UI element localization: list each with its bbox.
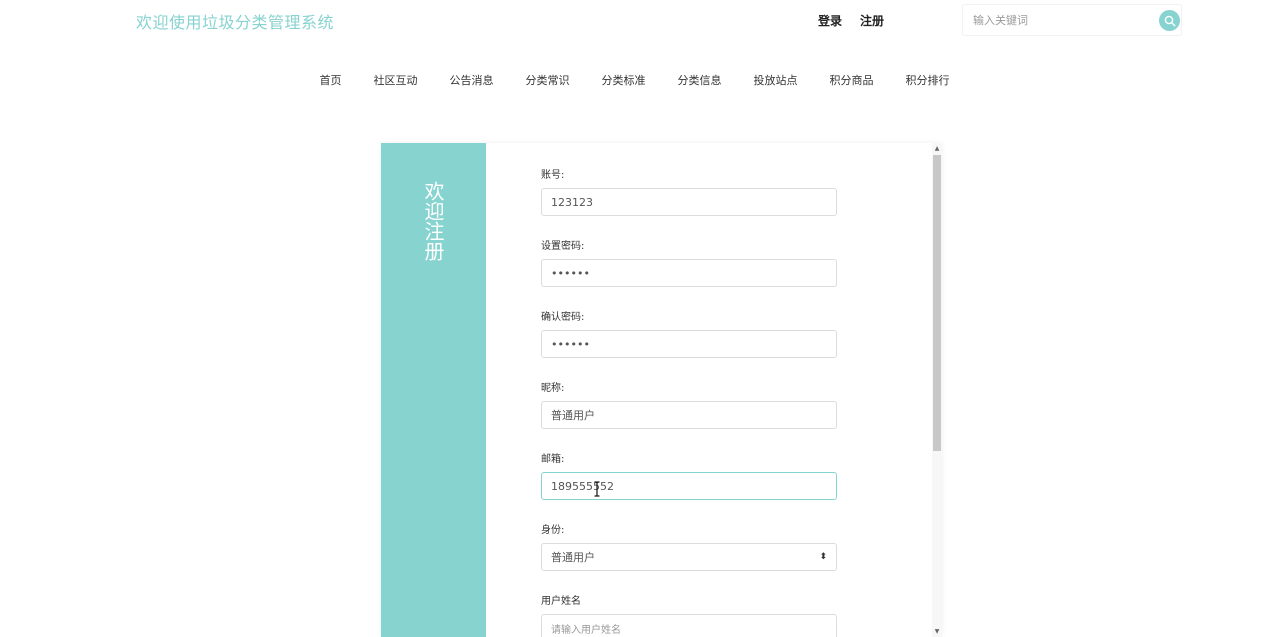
text-cursor-icon: [594, 481, 600, 497]
email-label: 邮箱:: [541, 454, 565, 465]
real-name-label: 用户姓名: [541, 596, 581, 607]
confirm-password-value: ••••••: [551, 337, 590, 351]
scroll-down-arrow-icon[interactable]: ▼: [932, 628, 942, 635]
account-input[interactable]: 123123: [541, 188, 837, 216]
real-name-placeholder: 请输入用户姓名: [551, 624, 621, 636]
nav-item-home[interactable]: 首页: [304, 72, 358, 88]
real-name-input[interactable]: 请输入用户姓名: [541, 614, 837, 637]
confirm-password-label: 确认密码:: [541, 312, 585, 323]
nav-item-points-ranking[interactable]: 积分排行: [890, 72, 966, 88]
account-label: 账号:: [541, 170, 565, 181]
password-input[interactable]: ••••••: [541, 259, 837, 287]
identity-value: 普通用户: [551, 551, 595, 564]
nickname-input[interactable]: 普通用户: [541, 401, 837, 429]
nickname-value: 普通用户: [551, 409, 595, 422]
account-value: 123123: [551, 195, 593, 209]
confirm-password-input[interactable]: ••••••: [541, 330, 837, 358]
nav-item-community[interactable]: 社区互动: [358, 72, 434, 88]
password-value: ••••••: [551, 266, 590, 280]
nav-item-sorting-info[interactable]: 分类信息: [662, 72, 738, 88]
identity-label: 身份:: [541, 525, 565, 536]
main-nav: 首页 社区互动 公告消息 分类常识 分类标准 分类信息 投放站点 积分商品 积分…: [0, 72, 1269, 88]
form-scrollbar[interactable]: ▲ ▼: [932, 143, 942, 637]
auth-links: 登录 注册: [818, 12, 884, 29]
nav-item-sorting-knowledge[interactable]: 分类常识: [510, 72, 586, 88]
nickname-label: 昵称:: [541, 383, 565, 394]
site-title[interactable]: 欢迎使用垃圾分类管理系统: [136, 9, 334, 33]
scroll-up-arrow-icon[interactable]: ▲: [932, 145, 942, 152]
password-label: 设置密码:: [541, 241, 585, 252]
register-side-banner: 欢迎注册: [381, 143, 486, 637]
register-side-title: 欢迎注册: [421, 181, 445, 261]
nav-item-points-goods[interactable]: 积分商品: [814, 72, 890, 88]
password-field: 设置密码: ••••••: [541, 237, 837, 287]
confirm-password-field: 确认密码: ••••••: [541, 308, 837, 358]
login-link[interactable]: 登录: [818, 12, 842, 29]
register-panel: 欢迎注册 账号: 123123 设置密码: •••••• 确认密码: •••••…: [381, 143, 942, 637]
nav-item-announcements[interactable]: 公告消息: [434, 72, 510, 88]
email-value: 189555552: [551, 479, 614, 493]
search-input[interactable]: [963, 5, 1153, 35]
real-name-field: 用户姓名 请输入用户姓名: [541, 592, 837, 637]
identity-field: 身份: 普通用户 ⬍: [541, 521, 837, 571]
nickname-field: 昵称: 普通用户: [541, 379, 837, 429]
search-icon: [1164, 15, 1176, 27]
account-field: 账号: 123123: [541, 166, 837, 216]
scroll-thumb[interactable]: [933, 155, 941, 451]
search-box: [962, 4, 1182, 36]
select-updown-icon: ⬍: [819, 552, 827, 562]
email-input[interactable]: 189555552: [541, 472, 837, 500]
identity-select[interactable]: 普通用户 ⬍: [541, 543, 837, 571]
nav-item-sorting-standards[interactable]: 分类标准: [586, 72, 662, 88]
nav-item-drop-off-sites[interactable]: 投放站点: [738, 72, 814, 88]
email-field: 邮箱: 189555552: [541, 450, 837, 500]
search-button[interactable]: [1159, 10, 1180, 31]
register-link[interactable]: 注册: [860, 12, 884, 29]
